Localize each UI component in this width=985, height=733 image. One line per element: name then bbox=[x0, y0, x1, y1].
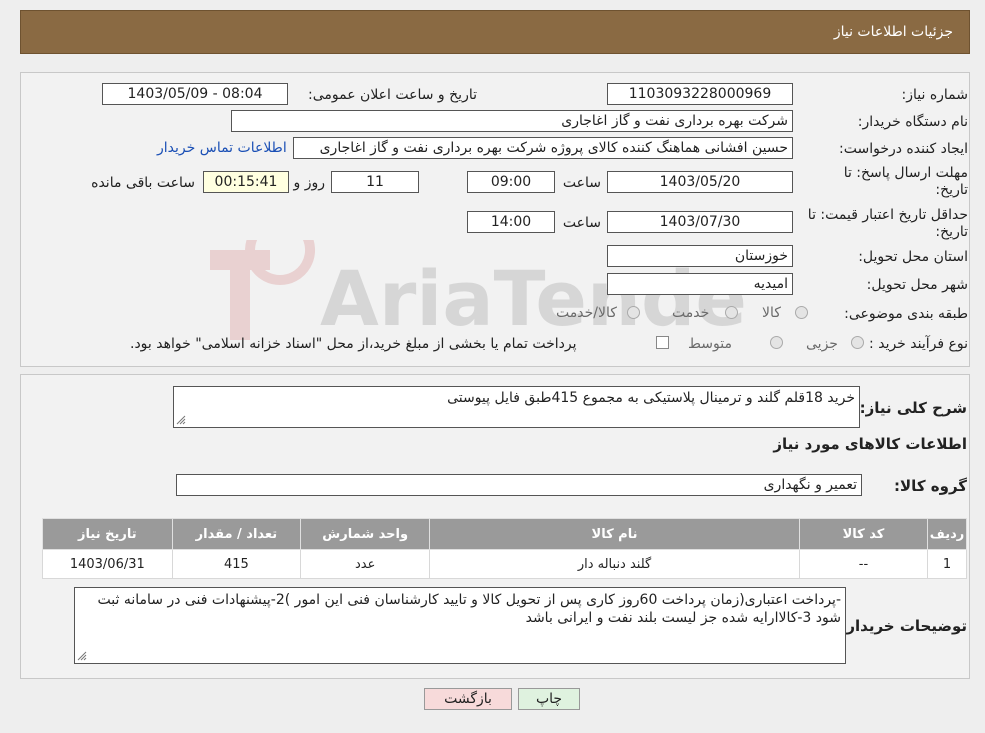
back-button[interactable]: بازگشت bbox=[424, 688, 512, 710]
province-field: خوزستان bbox=[607, 245, 793, 267]
col-row-header: ردیف bbox=[927, 518, 967, 550]
category-service-label: خدمت bbox=[672, 305, 710, 321]
buyer-notes-label: توضیحات خریدار: bbox=[840, 617, 967, 635]
buyer-org-label: نام دستگاه خریدار: bbox=[857, 114, 968, 130]
process-payment-note: پرداخت تمام یا بخشی از مبلغ خرید،از محل … bbox=[130, 336, 577, 352]
days-remaining-field: 11 bbox=[331, 171, 419, 193]
buyer-org-field: شرکت بهره برداری نفت و گاز اغاجاری bbox=[231, 110, 793, 132]
process-medium-radio[interactable] bbox=[770, 336, 783, 349]
province-label: استان محل تحویل: bbox=[858, 249, 968, 265]
reply-time-label: ساعت bbox=[562, 175, 601, 191]
col-qty-header: تعداد / مقدار bbox=[171, 518, 302, 550]
announce-datetime-field: 1403/05/09 - 08:04 bbox=[102, 83, 288, 105]
city-field: امیدیه bbox=[607, 273, 793, 295]
goods-group-label: گروه کالا: bbox=[894, 477, 967, 495]
process-type-label: نوع فرآیند خرید : bbox=[869, 336, 968, 352]
summary-textarea[interactable]: خرید 18قلم گلند و ترمینال پلاستیکی به مج… bbox=[173, 386, 860, 428]
page-header: جزئیات اطلاعات نیاز bbox=[20, 10, 970, 54]
treasury-checkbox[interactable] bbox=[656, 336, 669, 349]
reply-deadline-label-date: تاریخ: bbox=[935, 182, 968, 198]
reply-deadline-label: مهلت ارسال پاسخ: تا bbox=[843, 165, 968, 181]
unit-cell: عدد bbox=[300, 549, 431, 579]
col-unit-header: واحد شمارش bbox=[300, 518, 431, 550]
buyer-notes-text: -پرداخت اعتباری(زمان پرداخت 60روز کاری پ… bbox=[97, 592, 841, 626]
goods-table-header: ردیف کد کالا نام کالا واحد شمارش تعداد /… bbox=[42, 518, 967, 550]
requester-label: ایجاد کننده درخواست: bbox=[839, 141, 968, 157]
requester-field: حسین افشانی هماهنگ کننده کالای پروژه شرک… bbox=[293, 137, 793, 159]
days-label: روز و bbox=[293, 175, 326, 191]
print-button[interactable]: چاپ bbox=[518, 688, 580, 710]
time-remaining-field: 00:15:41 bbox=[203, 171, 289, 193]
announce-datetime-label: تاریخ و ساعت اعلان عمومی: bbox=[308, 87, 477, 103]
process-minor-radio[interactable] bbox=[851, 336, 864, 349]
category-service-radio[interactable] bbox=[725, 306, 738, 319]
col-name-header: نام کالا bbox=[429, 518, 800, 550]
reply-date-field: 1403/05/20 bbox=[607, 171, 793, 193]
price-validity-label-date: تاریخ: bbox=[935, 224, 968, 240]
col-date-header: تاریخ نیاز bbox=[42, 518, 173, 550]
page-title: جزئیات اطلاعات نیاز bbox=[833, 24, 953, 40]
quantity-cell: 415 bbox=[171, 549, 302, 579]
resize-handle-icon[interactable] bbox=[176, 415, 186, 425]
category-goods-label: کالا bbox=[762, 305, 781, 321]
resize-handle-icon[interactable] bbox=[77, 651, 87, 661]
summary-label: شرح کلی نیاز: bbox=[859, 399, 967, 417]
summary-text: خرید 18قلم گلند و ترمینال پلاستیکی به مج… bbox=[447, 390, 855, 406]
buyer-contact-link[interactable]: اطلاعات تماس خریدار bbox=[157, 140, 287, 156]
goods-group-field: تعمیر و نگهداری bbox=[176, 474, 862, 496]
need-number-field: 1103093228000969 bbox=[607, 83, 793, 105]
buyer-notes-textarea[interactable]: -پرداخت اعتباری(زمان پرداخت 60روز کاری پ… bbox=[74, 587, 846, 664]
validity-date-field: 1403/07/30 bbox=[607, 211, 793, 233]
need-date-cell: 1403/06/31 bbox=[42, 549, 173, 579]
item-code-cell: -- bbox=[798, 549, 929, 579]
need-number-label: شماره نیاز: bbox=[901, 87, 969, 103]
validity-time-label: ساعت bbox=[562, 215, 601, 231]
category-goods-service-radio[interactable] bbox=[627, 306, 640, 319]
goods-info-title: اطلاعات کالاهای مورد نیاز bbox=[773, 435, 967, 453]
item-name-cell: گلند دنباله دار bbox=[429, 549, 800, 579]
time-remaining-label: ساعت باقی مانده bbox=[91, 175, 195, 191]
category-goods-service-label: کالا/خدمت bbox=[556, 305, 617, 321]
col-code-header: کد کالا bbox=[798, 518, 929, 550]
process-minor-label: جزیی bbox=[806, 336, 838, 352]
goods-table: ردیف کد کالا نام کالا واحد شمارش تعداد /… bbox=[42, 518, 967, 579]
city-label: شهر محل تحویل: bbox=[866, 277, 968, 293]
reply-time-field: 09:00 bbox=[467, 171, 555, 193]
process-medium-label: متوسط bbox=[688, 336, 732, 352]
price-validity-label: حداقل تاریخ اعتبار قیمت: تا bbox=[807, 207, 968, 223]
validity-time-field: 14:00 bbox=[467, 211, 555, 233]
row-number-cell: 1 bbox=[927, 549, 967, 579]
category-label: طبقه بندی موضوعی: bbox=[844, 306, 968, 322]
category-goods-radio[interactable] bbox=[795, 306, 808, 319]
table-row: 1 -- گلند دنباله دار عدد 415 1403/06/31 bbox=[42, 549, 967, 579]
